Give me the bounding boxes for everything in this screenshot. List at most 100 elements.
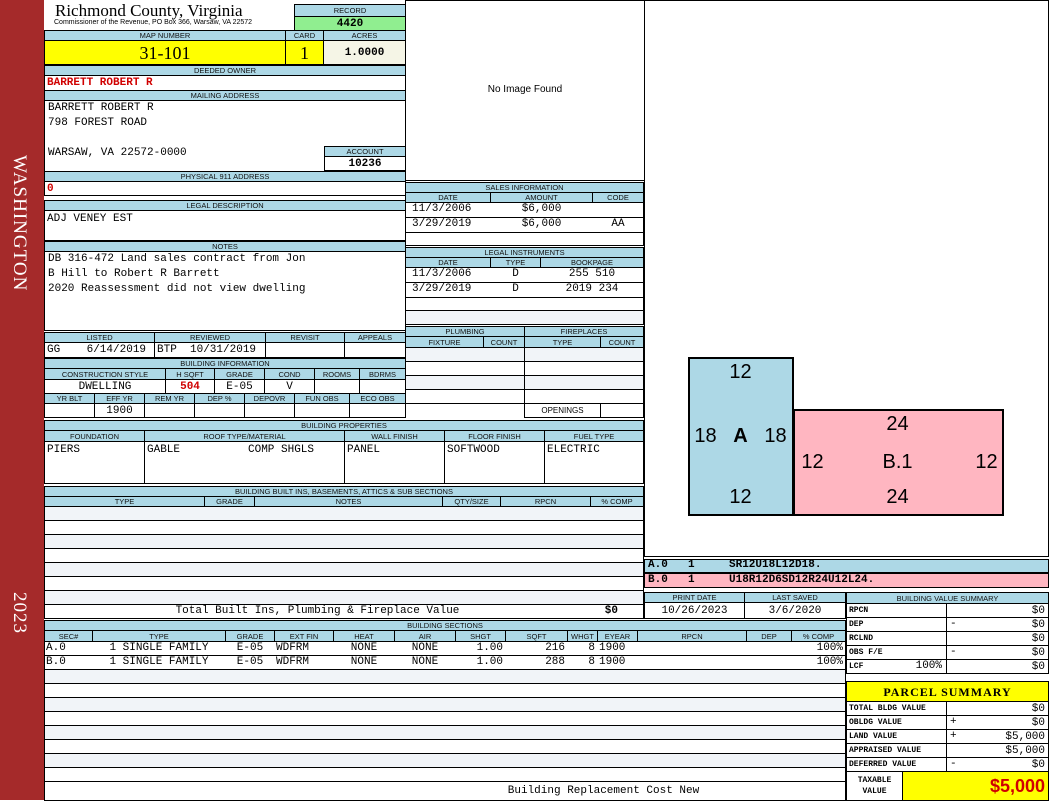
- account-number: 10236: [324, 156, 406, 171]
- building-info-value: [359, 379, 406, 394]
- building-info-value: V: [264, 379, 315, 394]
- building-section-cell: 1 SINGLE FAMILY: [109, 642, 209, 654]
- building-info-value: [349, 403, 406, 418]
- built-ins-row: [44, 548, 644, 563]
- building-info-value: DWELLING: [44, 379, 166, 394]
- parcel-summary-sign: +: [950, 716, 957, 728]
- building-section-cell: NONE: [411, 656, 439, 668]
- properties-value: PIERS: [44, 441, 145, 484]
- dimension-label: 18: [764, 425, 787, 447]
- taxable-value-label: TAXABLE VALUE: [846, 771, 903, 801]
- built-ins-row: [44, 590, 644, 605]
- sales-row: [405, 232, 644, 246]
- building-section-row: [44, 753, 846, 768]
- building-info-value: [194, 403, 245, 418]
- instrument-row: [405, 297, 644, 311]
- building-info-value: [314, 379, 360, 394]
- built-ins-row: [44, 506, 644, 521]
- plumbing-row: [405, 347, 525, 362]
- plumbing-row: [405, 361, 525, 376]
- building-section-cell: [746, 655, 792, 670]
- no-image-text: No Image Found: [487, 84, 563, 95]
- properties-value: ELECTRIC: [544, 441, 644, 484]
- legend-vectors: SR12U18L12D18.: [729, 559, 822, 571]
- building-info-value: [144, 403, 195, 418]
- building-info-value: 1900: [94, 403, 145, 418]
- building-info-value: [294, 403, 350, 418]
- openings-value: [600, 403, 644, 418]
- instrument-type: D: [512, 283, 519, 295]
- parcel-summary-sign: [948, 743, 969, 758]
- properties-value: SOFTWOOD: [444, 441, 545, 484]
- review-value: [265, 342, 345, 358]
- building-section-cell: WDFRM: [276, 656, 310, 668]
- building-section-row: [44, 767, 846, 782]
- building-section-cell: [637, 655, 747, 670]
- legend-section: A.0: [648, 559, 668, 571]
- section-label: A: [733, 425, 748, 447]
- record-number: 4420: [294, 16, 406, 31]
- instrument-date: 3/29/2019: [412, 283, 472, 295]
- instrument-bookpage: 2019 234: [565, 283, 619, 295]
- properties-value: PANEL: [344, 441, 445, 484]
- parcel-summary-sign: [948, 701, 969, 716]
- value-summary-percent: [880, 603, 945, 618]
- fireplace-row: [524, 347, 644, 362]
- building-section-row: [44, 711, 846, 726]
- parcel-summary-label: APPRAISED VALUE: [846, 743, 947, 758]
- built-ins-row: [44, 534, 644, 549]
- building-section-cell: WDFRM: [276, 642, 310, 654]
- roof-material: COMP SHGLS: [248, 444, 315, 456]
- value-summary-percent: 100%: [915, 660, 942, 672]
- fireplace-row: [524, 375, 644, 390]
- dimension-label: 18: [694, 425, 717, 447]
- building-section-cell: [746, 641, 792, 656]
- value-summary-sign: [948, 603, 969, 618]
- building-section-cell: E-05: [236, 642, 264, 654]
- building-section-cell: A.0: [46, 642, 66, 654]
- parcel-summary-sign: +: [950, 730, 957, 742]
- mailing-line: BARRETT ROBERT R: [48, 102, 154, 114]
- sale-amount: $6,000: [521, 218, 562, 230]
- building-section-cell: 216: [545, 642, 565, 654]
- dimension-label: 12: [801, 451, 824, 473]
- value-summary-percent: [880, 617, 945, 632]
- building-section-row: [44, 697, 846, 712]
- value-summary-percent: [880, 645, 945, 660]
- instrument-type: D: [512, 268, 519, 280]
- built-ins-row: [44, 562, 644, 577]
- section-label: B.1: [882, 451, 913, 473]
- legend-section: B.0: [648, 574, 668, 586]
- building-section-row: [44, 739, 846, 754]
- value-summary-sign: [948, 659, 969, 674]
- sale-date: 3/29/2019: [412, 218, 472, 230]
- instrument-date: 11/3/2006: [412, 268, 472, 280]
- building-section-cell: 288: [545, 656, 565, 668]
- building-section-cell: B.0: [46, 656, 66, 668]
- building-section-row: [44, 683, 846, 698]
- building-section-cell: E-05: [236, 656, 264, 668]
- fireplace-row: [524, 389, 644, 404]
- dimension-label: 12: [975, 451, 998, 473]
- building-section-cell: 1.00: [476, 656, 503, 668]
- building-info-value: E-05: [214, 379, 265, 394]
- value-summary-sign: [948, 631, 969, 646]
- parcel-summary-label: OBLDG VALUE: [846, 715, 947, 730]
- last-saved-date: 3/6/2020: [744, 602, 846, 619]
- parcel-summary-label: TOTAL BLDG VALUE: [846, 701, 947, 716]
- building-section-cell: 1900: [599, 642, 626, 654]
- openings-label: OPENINGS: [524, 403, 601, 418]
- physical-address: 0: [44, 181, 406, 196]
- review-value: [344, 342, 406, 358]
- building-section-cell: NONE: [350, 656, 378, 668]
- dimension-label: 24: [886, 486, 909, 508]
- built-ins-row: [44, 576, 644, 591]
- built-ins-total-label: Total Built Ins, Plumbing & Fireplace Va…: [175, 605, 460, 617]
- map-number: 31-101: [44, 40, 286, 65]
- print-date: 10/26/2023: [644, 602, 745, 619]
- plumbing-row: [405, 389, 525, 404]
- review-value: GG 6/14/2019: [44, 342, 155, 358]
- building-section-cell: 1900: [599, 656, 626, 668]
- plumbing-row: [405, 375, 525, 390]
- sale-date: 11/3/2006: [412, 203, 472, 215]
